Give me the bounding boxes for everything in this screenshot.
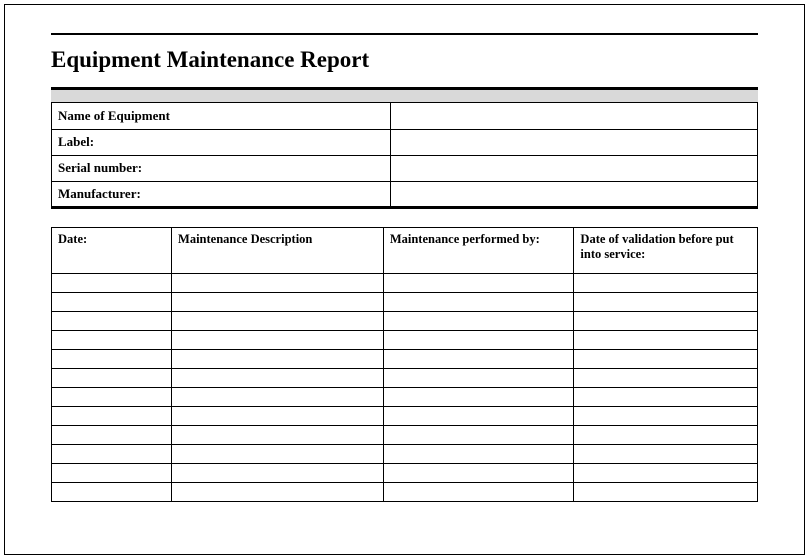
serial-number-label: Serial number: xyxy=(52,155,391,181)
top-rule xyxy=(51,33,758,35)
log-cell-description xyxy=(172,482,384,501)
log-cell-description xyxy=(172,292,384,311)
header-performed-by: Maintenance performed by: xyxy=(383,227,574,273)
log-cell-date xyxy=(52,330,172,349)
log-cell-description xyxy=(172,311,384,330)
log-cell-date xyxy=(52,273,172,292)
log-cell-validation xyxy=(574,463,758,482)
log-cell-performed_by xyxy=(383,406,574,425)
table-row xyxy=(52,311,758,330)
table-row xyxy=(52,349,758,368)
table-header-row: Date: Maintenance Description Maintenanc… xyxy=(52,227,758,273)
table-row xyxy=(52,406,758,425)
table-row xyxy=(52,425,758,444)
log-cell-date xyxy=(52,349,172,368)
log-cell-validation xyxy=(574,368,758,387)
log-cell-description xyxy=(172,330,384,349)
label-value xyxy=(390,129,757,155)
log-cell-validation xyxy=(574,444,758,463)
log-cell-performed_by xyxy=(383,444,574,463)
log-cell-validation xyxy=(574,482,758,501)
log-cell-date xyxy=(52,311,172,330)
table-row xyxy=(52,482,758,501)
log-cell-validation xyxy=(574,425,758,444)
log-cell-validation xyxy=(574,406,758,425)
table-row: Serial number: xyxy=(52,155,758,181)
log-cell-date xyxy=(52,463,172,482)
table-row xyxy=(52,368,758,387)
maintenance-log-table: Date: Maintenance Description Maintenanc… xyxy=(51,227,758,502)
document-border: Equipment Maintenance Report Name of Equ… xyxy=(4,4,805,555)
log-cell-description xyxy=(172,387,384,406)
log-cell-performed_by xyxy=(383,292,574,311)
header-date: Date: xyxy=(52,227,172,273)
log-cell-validation xyxy=(574,387,758,406)
log-cell-description xyxy=(172,273,384,292)
log-cell-description xyxy=(172,463,384,482)
log-cell-performed_by xyxy=(383,349,574,368)
document-content: Equipment Maintenance Report Name of Equ… xyxy=(5,5,804,522)
section-gap xyxy=(51,209,758,227)
log-cell-description xyxy=(172,406,384,425)
title-underline-bar xyxy=(51,87,758,103)
manufacturer-value xyxy=(390,181,757,207)
table-row xyxy=(52,387,758,406)
log-cell-validation xyxy=(574,311,758,330)
log-cell-date xyxy=(52,368,172,387)
table-row xyxy=(52,463,758,482)
report-title: Equipment Maintenance Report xyxy=(51,47,758,73)
name-of-equipment-value xyxy=(390,103,757,129)
log-cell-validation xyxy=(574,349,758,368)
log-cell-description xyxy=(172,368,384,387)
log-cell-description xyxy=(172,349,384,368)
table-row: Name of Equipment xyxy=(52,103,758,129)
log-cell-performed_by xyxy=(383,425,574,444)
table-row xyxy=(52,292,758,311)
log-cell-date xyxy=(52,444,172,463)
log-cell-date xyxy=(52,425,172,444)
log-table-body xyxy=(52,273,758,501)
log-cell-validation xyxy=(574,330,758,349)
table-row: Label: xyxy=(52,129,758,155)
table-row: Manufacturer: xyxy=(52,181,758,207)
header-validation: Date of validation before put into servi… xyxy=(574,227,758,273)
log-cell-date xyxy=(52,406,172,425)
log-cell-performed_by xyxy=(383,463,574,482)
log-cell-performed_by xyxy=(383,330,574,349)
serial-number-value xyxy=(390,155,757,181)
log-cell-description xyxy=(172,425,384,444)
table-row xyxy=(52,273,758,292)
equipment-info-table: Name of Equipment Label: Serial number: … xyxy=(51,103,758,209)
log-cell-description xyxy=(172,444,384,463)
log-cell-performed_by xyxy=(383,482,574,501)
log-cell-performed_by xyxy=(383,311,574,330)
log-cell-validation xyxy=(574,273,758,292)
table-row xyxy=(52,330,758,349)
log-cell-performed_by xyxy=(383,273,574,292)
log-cell-performed_by xyxy=(383,368,574,387)
log-cell-performed_by xyxy=(383,387,574,406)
log-cell-validation xyxy=(574,292,758,311)
log-cell-date xyxy=(52,292,172,311)
header-description: Maintenance Description xyxy=(172,227,384,273)
name-of-equipment-label: Name of Equipment xyxy=(52,103,391,129)
table-row xyxy=(52,444,758,463)
manufacturer-label: Manufacturer: xyxy=(52,181,391,207)
label-label: Label: xyxy=(52,129,391,155)
log-cell-date xyxy=(52,387,172,406)
log-cell-date xyxy=(52,482,172,501)
